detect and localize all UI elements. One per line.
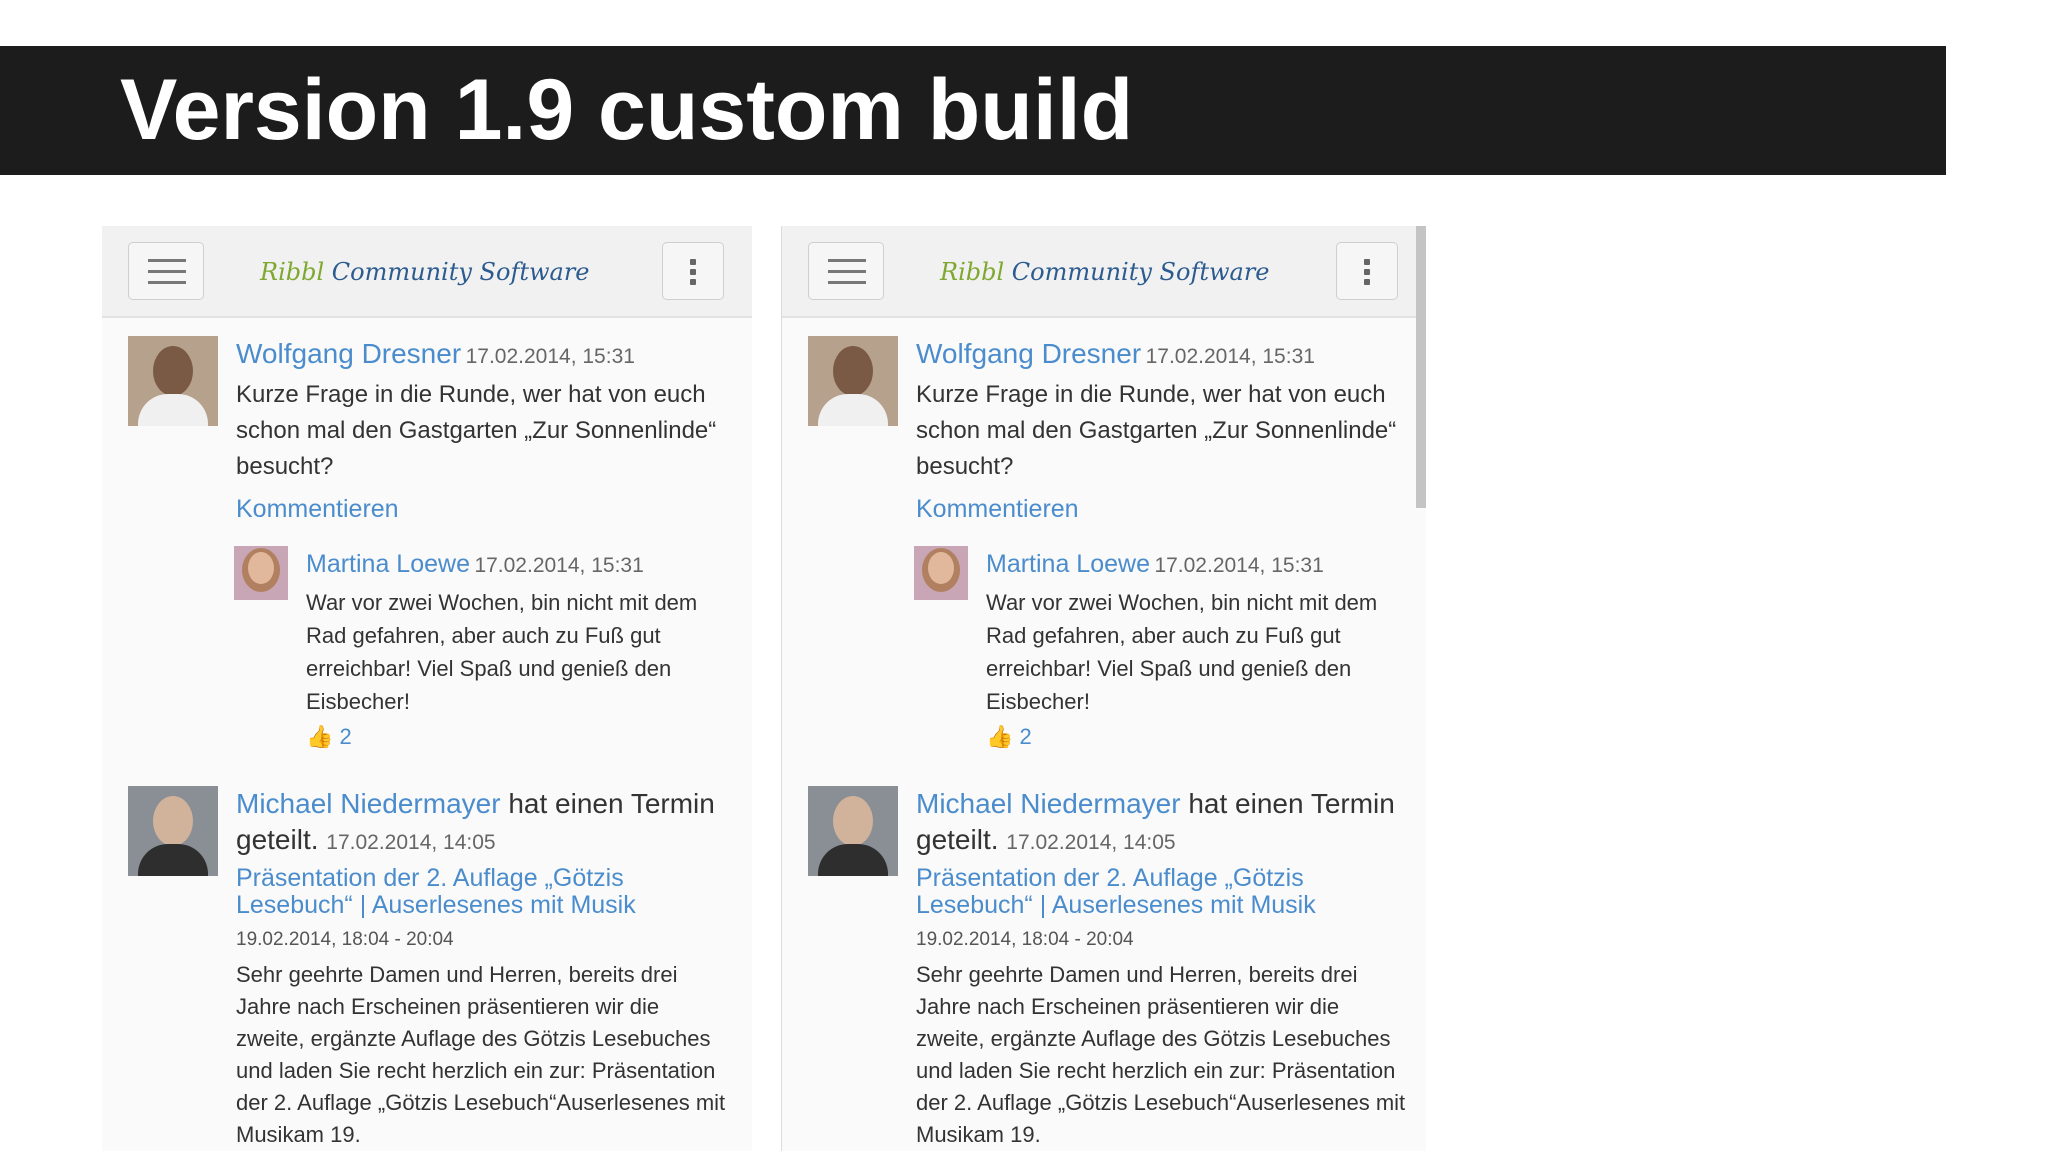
- kebab-icon[interactable]: [1336, 242, 1398, 300]
- avatar[interactable]: [128, 786, 218, 876]
- post-text: Kurze Frage in die Runde, wer hat von eu…: [236, 381, 717, 480]
- comment-link[interactable]: Kommentieren: [916, 495, 1406, 524]
- comment-link[interactable]: Kommentieren: [236, 495, 726, 524]
- thumbs-up-icon: 👍: [986, 724, 1014, 749]
- comment-timestamp: 17.02.2014, 15:31: [474, 554, 644, 577]
- post-author[interactable]: Wolfgang Dresner: [916, 338, 1141, 369]
- comment-text: War vor zwei Wochen, bin nicht mit dem R…: [986, 590, 1378, 714]
- like-button[interactable]: 👍 2: [986, 724, 1406, 750]
- event-title-link[interactable]: Präsentation der 2. Auflage „Götzis Lese…: [236, 865, 726, 919]
- like-count: 2: [1019, 724, 1032, 749]
- event-date: 19.02.2014, 18:04 - 20:04: [236, 929, 454, 950]
- avatar[interactable]: [808, 336, 898, 426]
- phone-screenshot-new: Ribbl Community Software Wolfgang Dresne…: [781, 226, 1426, 1151]
- post-author[interactable]: Wolfgang Dresner: [236, 338, 461, 369]
- hamburger-icon[interactable]: [128, 242, 204, 300]
- event-description: Sehr geehrte Damen und Herren, bereits d…: [916, 962, 1406, 1147]
- event-date: 19.02.2014, 18:04 - 20:04: [916, 929, 1134, 950]
- comment-author[interactable]: Martina Loewe: [986, 550, 1150, 578]
- post-timestamp: 17.02.2014, 15:31: [465, 345, 635, 368]
- avatar[interactable]: [128, 336, 218, 426]
- avatar[interactable]: [914, 546, 968, 600]
- event-description: Sehr geehrte Damen und Herren, bereits d…: [236, 962, 726, 1147]
- comment-text: War vor zwei Wochen, bin nicht mit dem R…: [306, 590, 698, 714]
- post-timestamp: 17.02.2014, 14:05: [1006, 831, 1176, 854]
- post-text: Kurze Frage in die Runde, wer hat von eu…: [916, 381, 1397, 480]
- post-timestamp: 17.02.2014, 14:05: [326, 831, 496, 854]
- app-logo[interactable]: Ribbl Community Software: [260, 258, 590, 286]
- scrollbar[interactable]: [1416, 226, 1426, 508]
- like-button[interactable]: 👍 2: [306, 724, 726, 750]
- app-logo[interactable]: Ribbl Community Software: [940, 258, 1270, 286]
- avatar[interactable]: [808, 786, 898, 876]
- post-author[interactable]: Michael Niedermayer: [916, 788, 1181, 819]
- post-author[interactable]: Michael Niedermayer: [236, 788, 501, 819]
- slide-title-bar: Version 1.9 custom build: [0, 46, 1946, 175]
- thumbs-up-icon: 👍: [306, 724, 334, 749]
- comment-author[interactable]: Martina Loewe: [306, 550, 470, 578]
- like-count: 2: [339, 724, 352, 749]
- kebab-icon[interactable]: [662, 242, 724, 300]
- navbar: Ribbl Community Software: [102, 226, 752, 318]
- hamburger-icon[interactable]: [808, 242, 884, 300]
- slide-title: Version 1.9 custom build: [120, 62, 1134, 158]
- navbar: Ribbl Community Software: [782, 226, 1426, 318]
- event-title-link[interactable]: Präsentation der 2. Auflage „Götzis Lese…: [916, 865, 1406, 919]
- avatar[interactable]: [234, 546, 288, 600]
- phone-screenshot-old: Ribbl Community Software Wolfgang Dresne…: [102, 226, 752, 1151]
- post-timestamp: 17.02.2014, 15:31: [1145, 345, 1315, 368]
- comment-timestamp: 17.02.2014, 15:31: [1154, 554, 1324, 577]
